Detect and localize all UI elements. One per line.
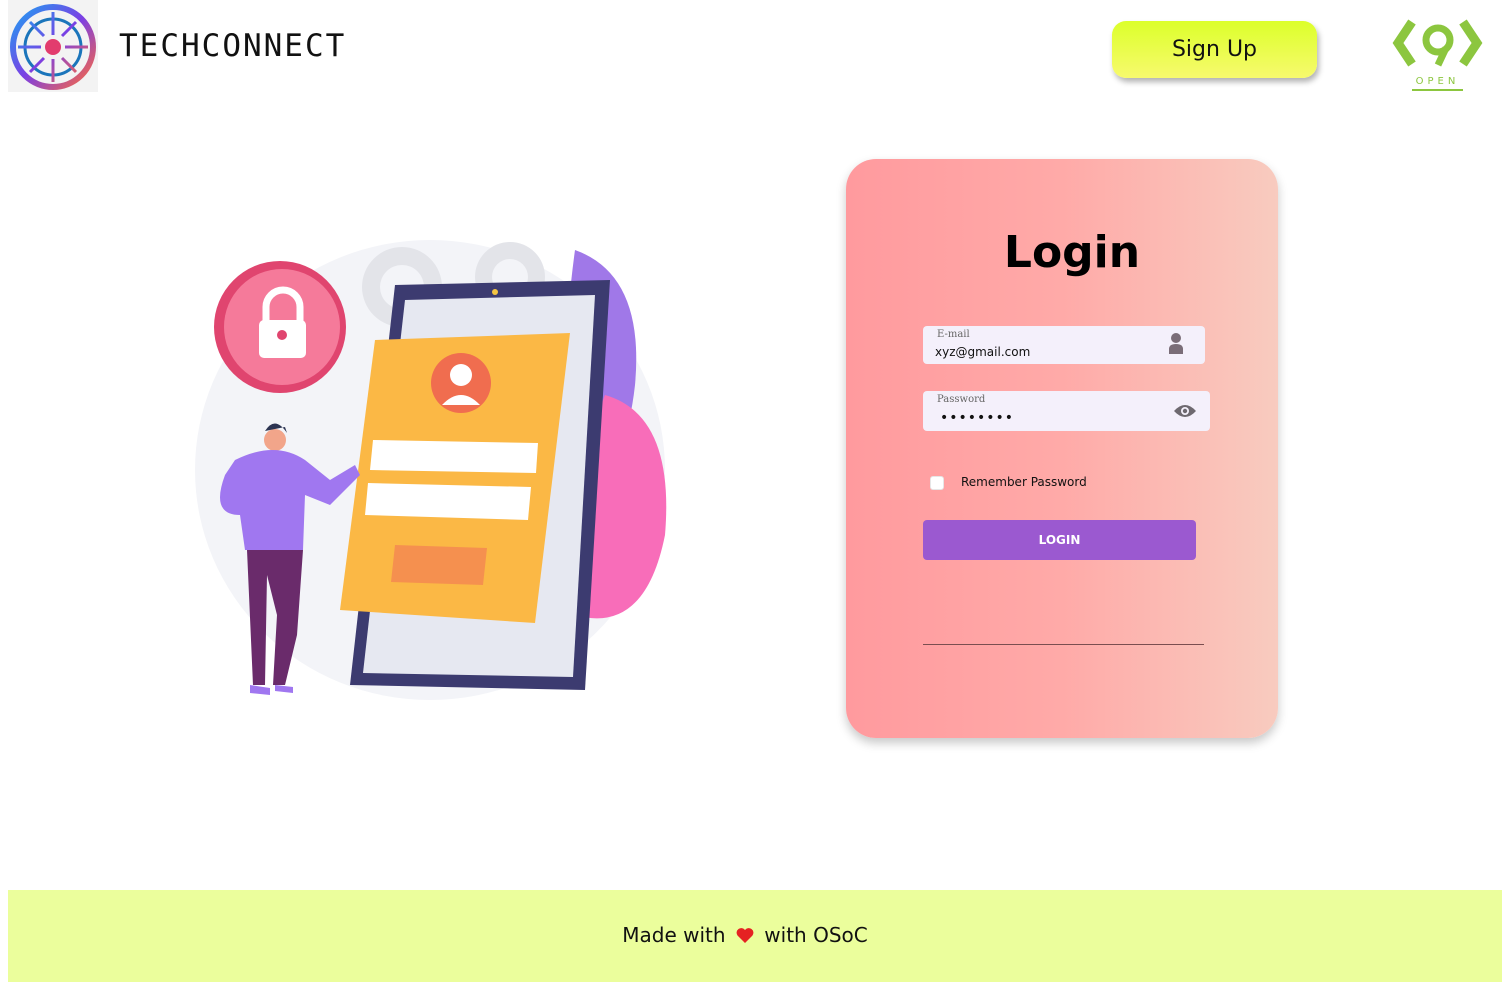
login-title: Login bbox=[1003, 227, 1141, 278]
footer: Made with with OSoC bbox=[8, 890, 1502, 982]
login-button[interactable]: LOGIN bbox=[923, 520, 1196, 560]
email-input[interactable] bbox=[935, 343, 1135, 361]
osoc-logo-icon: OPEN bbox=[1392, 19, 1483, 91]
divider bbox=[923, 644, 1204, 645]
email-field[interactable]: E-mail bbox=[923, 326, 1205, 364]
footer-text: Made with with OSoC bbox=[8, 923, 1502, 947]
eye-icon[interactable] bbox=[1174, 404, 1196, 418]
email-label: E-mail bbox=[937, 329, 970, 340]
signup-button[interactable]: Sign Up bbox=[1112, 21, 1317, 78]
remember-label: Remember Password bbox=[961, 475, 1087, 489]
osoc-logo-text: OPEN bbox=[1416, 76, 1460, 87]
person-icon bbox=[1169, 333, 1183, 354]
login-card: Login E-mail Password Remember Password … bbox=[846, 159, 1278, 738]
login-illustration bbox=[195, 240, 667, 700]
heart-icon bbox=[736, 928, 754, 943]
brand-name: TECHCONNECT bbox=[119, 28, 347, 64]
remember-checkbox[interactable] bbox=[930, 476, 944, 490]
password-field[interactable]: Password bbox=[923, 391, 1210, 431]
password-label: Password bbox=[937, 394, 986, 405]
techconnect-logo-icon bbox=[8, 0, 98, 92]
footer-with-osoc: with OSoC bbox=[764, 923, 868, 947]
password-input[interactable] bbox=[940, 409, 1140, 427]
footer-made-with: Made with bbox=[622, 923, 726, 947]
